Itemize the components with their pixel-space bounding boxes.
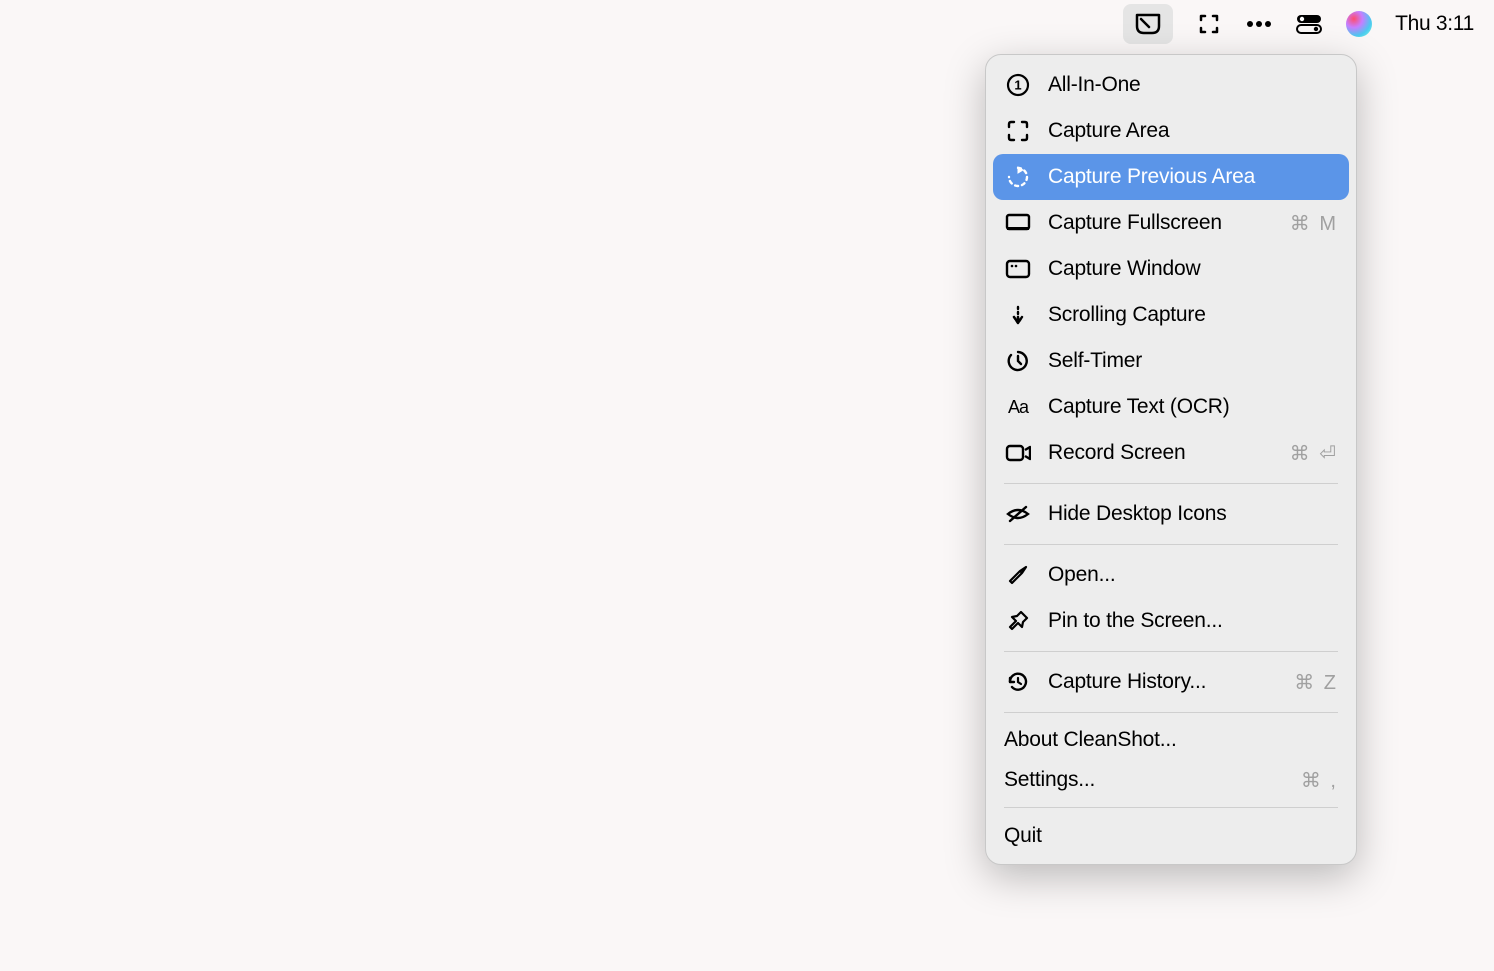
menu-separator: [1004, 651, 1338, 652]
menu-item-capture-window[interactable]: Capture Window: [986, 246, 1356, 292]
menu-item-all-in-one[interactable]: 1 All-In-One: [986, 62, 1356, 108]
history-icon: [1004, 668, 1032, 696]
menu-label: Quit: [1004, 824, 1338, 848]
window-icon: [1004, 255, 1032, 283]
capture-previous-area-icon: [1004, 163, 1032, 191]
pin-icon: [1004, 607, 1032, 635]
hide-icon: [1004, 500, 1032, 528]
menu-label: About CleanShot...: [1004, 728, 1338, 752]
siri-icon[interactable]: [1345, 10, 1373, 38]
control-center-icon[interactable]: [1295, 10, 1323, 38]
menu-item-record-screen[interactable]: Record Screen ⌘ ⏎: [986, 430, 1356, 476]
menu-item-hide-desktop-icons[interactable]: Hide Desktop Icons: [986, 491, 1356, 537]
scrolling-icon: [1004, 301, 1032, 329]
menu-label: Self-Timer: [1048, 349, 1338, 373]
menu-label: Capture Area: [1048, 119, 1338, 143]
expand-arrows-icon[interactable]: [1195, 10, 1223, 38]
menubar-clock[interactable]: Thu 3:11: [1395, 12, 1474, 36]
timer-icon: [1004, 347, 1032, 375]
menu-separator: [1004, 483, 1338, 484]
menu-item-capture-text-ocr[interactable]: Aa Capture Text (OCR): [986, 384, 1356, 430]
menu-separator: [1004, 807, 1338, 808]
record-icon: [1004, 439, 1032, 467]
capture-area-icon: [1004, 117, 1032, 145]
svg-text:1: 1: [1014, 78, 1021, 93]
menu-item-about[interactable]: About CleanShot...: [986, 720, 1356, 760]
menu-label: Pin to the Screen...: [1048, 609, 1338, 633]
menu-item-capture-area[interactable]: Capture Area: [986, 108, 1356, 154]
menu-label: Scrolling Capture: [1048, 303, 1338, 327]
menu-label: All-In-One: [1048, 73, 1338, 97]
menu-item-pin-to-screen[interactable]: Pin to the Screen...: [986, 598, 1356, 644]
menu-item-settings[interactable]: Settings... ⌘ ,: [986, 760, 1356, 800]
menu-label: Record Screen: [1048, 441, 1290, 465]
menu-separator: [1004, 544, 1338, 545]
menu-item-capture-fullscreen[interactable]: Capture Fullscreen ⌘ M: [986, 200, 1356, 246]
fullscreen-icon: [1004, 209, 1032, 237]
menubar: Thu 3:11: [1103, 0, 1494, 48]
menu-label: Settings...: [1004, 768, 1301, 792]
open-icon: [1004, 561, 1032, 589]
menu-shortcut: ⌘ M: [1290, 211, 1338, 236]
menu-label: Capture Window: [1048, 257, 1338, 281]
menu-label: Open...: [1048, 563, 1338, 587]
menu-label: Hide Desktop Icons: [1048, 502, 1338, 526]
menu-label: Capture Previous Area: [1048, 165, 1338, 189]
menu-label: Capture Text (OCR): [1048, 395, 1338, 419]
menu-item-open[interactable]: Open...: [986, 552, 1356, 598]
menu-label: Capture Fullscreen: [1048, 211, 1290, 235]
menu-item-capture-history[interactable]: Capture History... ⌘ Z: [986, 659, 1356, 705]
ellipsis-icon[interactable]: [1245, 10, 1273, 38]
menu-item-quit[interactable]: Quit: [986, 815, 1356, 857]
menu-item-capture-previous-area[interactable]: Capture Previous Area: [993, 154, 1349, 200]
menu-shortcut: ⌘ Z: [1294, 670, 1338, 695]
text-ocr-icon: Aa: [1004, 393, 1032, 421]
menu-label: Capture History...: [1048, 670, 1294, 694]
cleanshot-dropdown-menu: 1 All-In-One Capture Area Capture Previo…: [985, 54, 1357, 865]
menu-separator: [1004, 712, 1338, 713]
menu-item-self-timer[interactable]: Self-Timer: [986, 338, 1356, 384]
cleanshot-menubar-icon[interactable]: [1123, 4, 1173, 44]
all-in-one-icon: 1: [1004, 71, 1032, 99]
menu-shortcut: ⌘ ⏎: [1290, 441, 1338, 466]
menu-shortcut: ⌘ ,: [1301, 768, 1338, 793]
menu-item-scrolling-capture[interactable]: Scrolling Capture: [986, 292, 1356, 338]
